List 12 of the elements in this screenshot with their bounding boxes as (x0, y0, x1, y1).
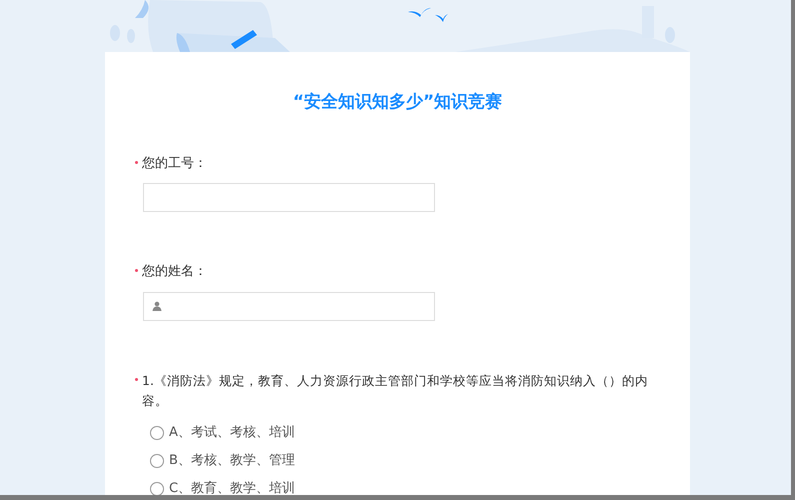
radio-button[interactable] (150, 426, 164, 440)
option-label: A、考试、考核、培训 (169, 424, 295, 442)
question-text: 1.《消防法》规定，教育、人力资源行政主管部门和学校等应当将消防知识纳入（）的内容。 (142, 372, 649, 410)
radio-button[interactable] (150, 482, 164, 495)
option-label: B、考核、教学、管理 (169, 452, 295, 470)
radio-button[interactable] (150, 454, 164, 468)
option-label: C、教育、教学、培训 (169, 480, 296, 495)
form-title: “安全知识知多少”知识竞赛 (292, 91, 504, 114)
field-label: 您的工号： (142, 154, 207, 172)
input-field[interactable] (143, 183, 435, 212)
field-label: 您的姓名： (142, 263, 207, 281)
input-field[interactable] (143, 292, 435, 320)
